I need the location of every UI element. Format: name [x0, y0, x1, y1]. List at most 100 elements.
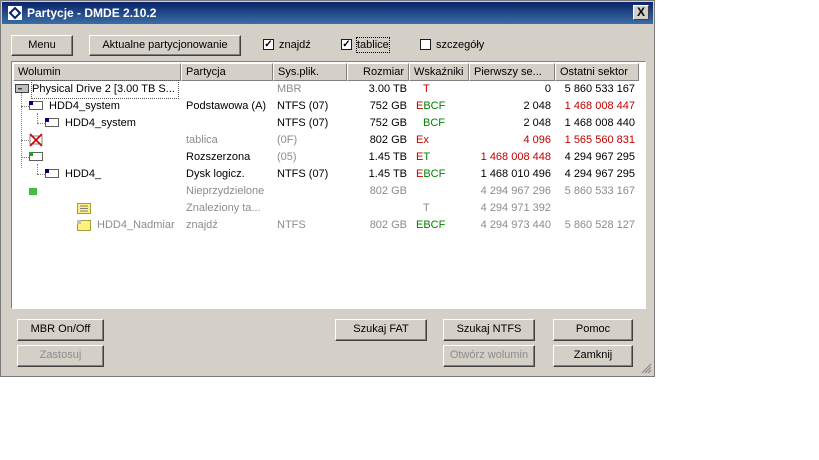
partition-cell: tablica	[186, 134, 218, 146]
menu-button[interactable]: Menu	[11, 35, 73, 56]
partition-cell: Znaleziony ta...	[186, 202, 261, 214]
dmde-app-icon	[8, 6, 22, 20]
tables-checkbox[interactable]: ✓ tablice	[341, 37, 401, 54]
first-sector-cell: 4 294 971 392	[480, 202, 551, 214]
first-sector-cell: 4 096	[523, 134, 551, 146]
list-header: Wolumin Partycja Sys.plik. Rozmiar Wskaź…	[13, 63, 639, 81]
table-row[interactable]: HDD4_Nadmiar znajdź NTFS 802 GB EBCF 4 2…	[13, 217, 644, 234]
column-header-partition[interactable]: Partycja	[181, 63, 273, 81]
last-sector-cell: 1 468 008 447	[564, 100, 635, 112]
volume-icon	[45, 118, 59, 127]
found-check-box[interactable]: ✓	[263, 39, 274, 50]
filesystem-cell: NTFS (07)	[277, 168, 329, 180]
table-row[interactable]: tablica (0F) 802 GB Ex 4 096 1 565 560 8…	[13, 132, 644, 149]
size-cell: 802 GB	[369, 219, 407, 231]
partition-cell: znajdź	[186, 219, 218, 231]
filesystem-cell: NTFS (07)	[277, 117, 329, 129]
size-cell: 1.45 TB	[368, 151, 407, 163]
details-checkbox[interactable]: szczegóły	[420, 38, 500, 54]
filesystem-cell: NTFS	[277, 219, 306, 231]
logical-disk-icon	[45, 169, 59, 178]
open-volume-button[interactable]: Otwórz wolumin	[443, 345, 535, 367]
flags-cell: EBCF	[416, 219, 446, 231]
unallocated-icon	[29, 188, 37, 195]
table-row[interactable]: HDD4_ Dysk logicz. NTFS (07) 1.45 TB EBC…	[13, 166, 644, 183]
current-partitioning-button[interactable]: Aktualne partycjonowanie	[89, 35, 241, 56]
partition-cell: Dysk logicz.	[186, 168, 245, 180]
volume-cell: HDD4_system	[65, 117, 136, 129]
first-sector-cell: 2 048	[523, 117, 551, 129]
first-sector-cell: 0	[544, 83, 551, 95]
partition-list[interactable]: Wolumin Partycja Sys.plik. Rozmiar Wskaź…	[11, 61, 646, 309]
size-cell: 3.00 TB	[368, 83, 407, 95]
size-cell: 752 GB	[369, 100, 407, 112]
first-sector-cell: 4 294 973 440	[480, 219, 551, 231]
table-row[interactable]: Nieprzydzielone 802 GB 4 294 967 296 5 8…	[13, 183, 644, 200]
last-sector-cell: 1 468 008 440	[564, 117, 635, 129]
partitions-window: Partycje - DMDE 2.10.2 X Menu Aktualne p…	[0, 0, 655, 377]
column-header-filesystem[interactable]: Sys.plik.	[273, 63, 347, 81]
last-sector-cell: 5 860 533 167	[564, 83, 635, 95]
partition-cell: Podstawowa (A)	[186, 100, 267, 112]
table-row[interactable]: HDD4_system NTFS (07) 752 GB BCF 2 048 1…	[13, 115, 644, 132]
window-title: Partycje - DMDE 2.10.2	[27, 6, 157, 20]
tables-check-box[interactable]: ✓	[341, 39, 352, 50]
help-button[interactable]: Pomoc	[553, 319, 633, 341]
column-header-size[interactable]: Rozmiar	[347, 63, 409, 81]
title-bar[interactable]: Partycje - DMDE 2.10.2 X	[2, 2, 653, 24]
filesystem-cell: MBR	[277, 83, 302, 95]
last-sector-cell: 4 294 967 295	[564, 168, 635, 180]
partition-cell: Nieprzydzielone	[186, 185, 265, 197]
table-row[interactable]: Znaleziony ta... T 4 294 971 392	[13, 200, 644, 217]
close-icon[interactable]: X	[633, 5, 649, 20]
found-checkbox[interactable]: ✓ znajdź	[263, 38, 323, 54]
close-button[interactable]: Zamknij	[553, 345, 633, 367]
volume-cell: HDD4_Nadmiar	[97, 219, 175, 231]
physical-drive-icon	[15, 84, 29, 93]
details-checkbox-label: szczegóły	[436, 39, 485, 51]
volume-cell: HDD4_	[65, 168, 102, 180]
apply-button[interactable]: Zastosuj	[17, 345, 104, 367]
first-sector-cell: 4 294 967 296	[480, 185, 551, 197]
flags-cell: ET	[416, 151, 431, 163]
size-cell: 802 GB	[369, 185, 407, 197]
filesystem-cell: (05)	[277, 151, 297, 163]
column-header-first-sector[interactable]: Pierwszy se...	[469, 63, 555, 81]
found-table-icon	[77, 203, 91, 214]
found-volume-icon	[77, 220, 91, 231]
partition-cell: Rozszerzona	[186, 151, 251, 163]
volume-cell: HDD4_system	[49, 100, 120, 112]
deleted-table-icon	[29, 133, 43, 147]
table-row[interactable]: Rozszerzona (05) 1.45 TB ET 1 468 008 44…	[13, 149, 644, 166]
found-checkbox-label: znajdź	[279, 39, 311, 51]
flags-cell: Ex	[416, 134, 429, 146]
search-ntfs-button[interactable]: Szukaj NTFS	[443, 319, 535, 341]
first-sector-cell: 1 468 008 448	[480, 151, 551, 163]
size-cell: 1.45 TB	[368, 168, 407, 180]
column-header-volume[interactable]: Wolumin	[13, 63, 181, 81]
size-cell: 752 GB	[369, 117, 407, 129]
column-header-last-sector[interactable]: Ostatni sektor	[555, 63, 639, 81]
filesystem-cell: NTFS (07)	[277, 100, 329, 112]
first-sector-cell: 1 468 010 496	[480, 168, 551, 180]
details-check-box[interactable]	[420, 39, 431, 50]
first-sector-cell: 2 048	[523, 100, 551, 112]
table-row[interactable]: Physical Drive 2 [3.00 TB S... MBR 3.00 …	[13, 80, 644, 99]
flags-cell: EBCF	[416, 168, 446, 180]
column-header-flags[interactable]: Wskaźniki	[409, 63, 469, 81]
last-sector-cell: 4 294 967 295	[564, 151, 635, 163]
mbr-onoff-button[interactable]: MBR On/Off	[17, 319, 104, 341]
last-sector-cell: 1 565 560 831	[564, 134, 635, 146]
size-cell: 802 GB	[369, 134, 407, 146]
resize-grip-icon[interactable]	[641, 363, 652, 374]
tables-checkbox-label: tablice	[356, 37, 390, 53]
partition-icon	[29, 101, 43, 110]
volume-cell: Physical Drive 2 [3.00 TB S...	[31, 80, 179, 99]
flags-cell: EBCF	[416, 100, 446, 112]
last-sector-cell: 5 860 528 127	[564, 219, 635, 231]
search-fat-button[interactable]: Szukaj FAT	[335, 319, 427, 341]
extended-partition-icon	[29, 152, 43, 161]
table-row[interactable]: HDD4_system Podstawowa (A) NTFS (07) 752…	[13, 98, 644, 115]
filesystem-cell: (0F)	[277, 134, 298, 146]
last-sector-cell: 5 860 533 167	[564, 185, 635, 197]
